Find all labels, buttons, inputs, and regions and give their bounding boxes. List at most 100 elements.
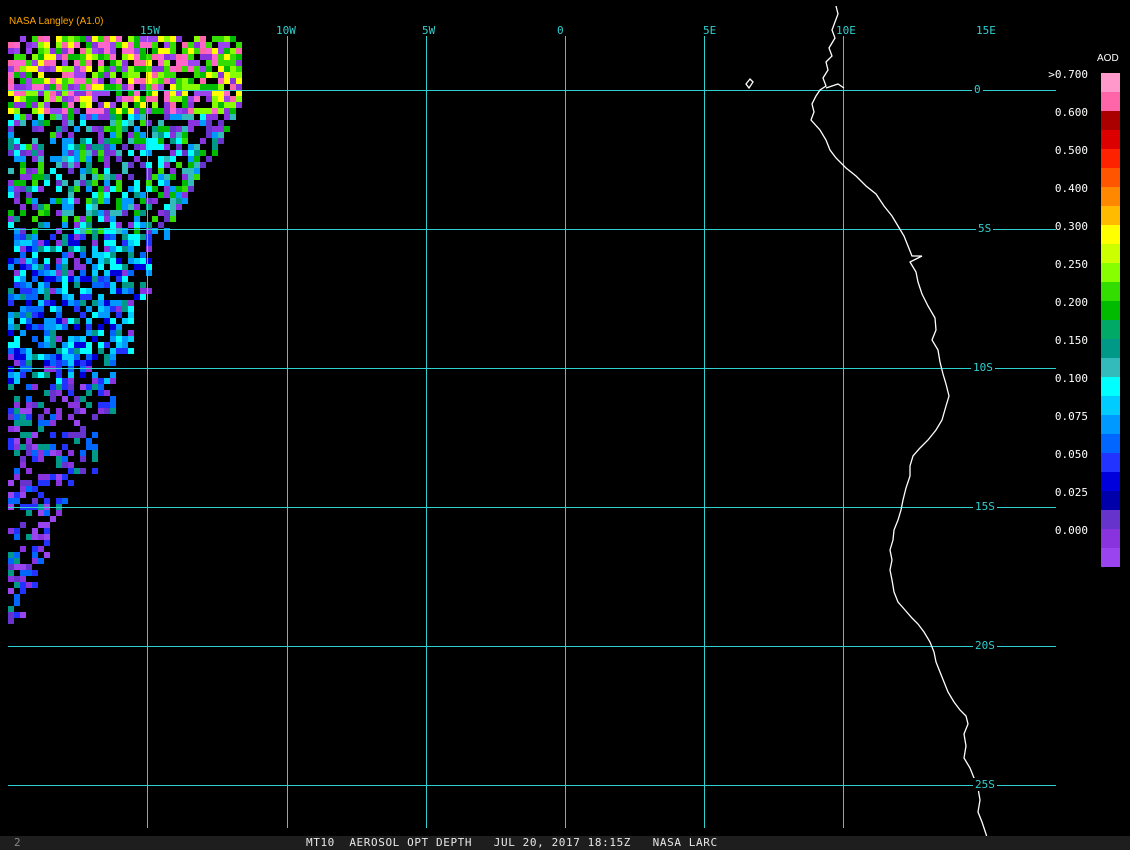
aod-pixel [104, 234, 110, 240]
aod-pixel [14, 426, 20, 432]
aod-pixel [86, 60, 92, 66]
aod-pixel [8, 120, 14, 126]
aod-pixel [20, 186, 26, 192]
aod-pixel [98, 174, 104, 180]
aod-pixel [110, 150, 116, 156]
aod-pixel [80, 408, 86, 414]
aod-pixel [74, 282, 80, 288]
aod-pixel [32, 144, 38, 150]
coastline [745, 5, 991, 849]
aod-pixel [104, 258, 110, 264]
aod-pixel [44, 372, 50, 378]
aod-pixel [68, 348, 74, 354]
aod-pixel [68, 336, 74, 342]
aod-pixel [146, 54, 152, 60]
aod-pixel [56, 306, 62, 312]
aod-pixel [50, 84, 56, 90]
aod-pixel [68, 300, 74, 306]
aod-pixel [62, 198, 68, 204]
aod-pixel [38, 546, 44, 552]
aod-pixel [206, 108, 212, 114]
aod-pixel [104, 114, 110, 120]
aod-pixel [80, 300, 86, 306]
aod-pixel [116, 330, 122, 336]
aod-pixel [32, 276, 38, 282]
aod-pixel [26, 234, 32, 240]
aod-pixel [140, 198, 146, 204]
aod-pixel [194, 84, 200, 90]
lat-label-25s: 25S [973, 778, 997, 791]
aod-pixel [26, 198, 32, 204]
aod-pixel [200, 78, 206, 84]
aod-pixel [38, 372, 44, 378]
aod-pixel [26, 450, 32, 456]
aod-pixel [158, 66, 164, 72]
aod-pixel [158, 174, 164, 180]
aod-pixel [32, 450, 38, 456]
aod-pixel [80, 48, 86, 54]
aod-pixel [92, 282, 98, 288]
aod-pixel [56, 384, 62, 390]
aod-pixel [32, 546, 38, 552]
aod-pixel [32, 432, 38, 438]
aod-pixel [20, 54, 26, 60]
aod-pixel [146, 84, 152, 90]
aod-pixel [50, 108, 56, 114]
aod-pixel [86, 186, 92, 192]
aod-pixel [224, 96, 230, 102]
aod-pixel [14, 228, 20, 234]
aod-pixel [44, 318, 50, 324]
aod-pixel [20, 414, 26, 420]
colorbar-swatch [1101, 282, 1120, 301]
aod-pixel [236, 42, 242, 48]
aod-pixel [26, 312, 32, 318]
aod-pixel [104, 48, 110, 54]
aod-pixel [98, 330, 104, 336]
aod-pixel [98, 36, 104, 42]
aod-pixel [134, 60, 140, 66]
colorbar-tick-label: 0.000 [1054, 524, 1088, 537]
colorbar-tick-label: 0.050 [1054, 448, 1088, 461]
aod-pixel [86, 330, 92, 336]
aod-pixel [26, 570, 32, 576]
aod-pixel [44, 102, 50, 108]
aod-pixel [68, 234, 74, 240]
aod-pixel [110, 132, 116, 138]
aod-pixel [116, 288, 122, 294]
aod-pixel [98, 132, 104, 138]
aod-pixel [62, 66, 68, 72]
aod-pixel [80, 144, 86, 150]
aod-pixel [212, 150, 218, 156]
aod-pixel [110, 102, 116, 108]
aod-pixel [86, 114, 92, 120]
aod-pixel [62, 180, 68, 186]
aod-pixel [62, 342, 68, 348]
aod-pixel [122, 318, 128, 324]
aod-pixel [200, 72, 206, 78]
aod-pixel [122, 342, 128, 348]
aod-pixel [134, 258, 140, 264]
aod-pixel [38, 150, 44, 156]
aod-pixel [140, 222, 146, 228]
aod-pixel [32, 294, 38, 300]
aod-pixel [80, 168, 86, 174]
aod-pixel [26, 300, 32, 306]
aod-pixel [20, 228, 26, 234]
aod-pixel [38, 522, 44, 528]
aod-pixel [20, 312, 26, 318]
aod-pixel [164, 48, 170, 54]
aod-pixel [56, 372, 62, 378]
aod-pixel [74, 438, 80, 444]
aod-pixel [38, 168, 44, 174]
aod-pixel [176, 132, 182, 138]
aod-map [8, 5, 1056, 849]
aod-pixel [68, 192, 74, 198]
aod-pixel [200, 120, 206, 126]
aod-pixel [68, 156, 74, 162]
aod-pixel [14, 66, 20, 72]
colorbar-swatch [1101, 73, 1120, 92]
aod-pixel [44, 270, 50, 276]
aod-pixel [98, 264, 104, 270]
aod-pixel [92, 246, 98, 252]
aod-pixel [62, 36, 68, 42]
